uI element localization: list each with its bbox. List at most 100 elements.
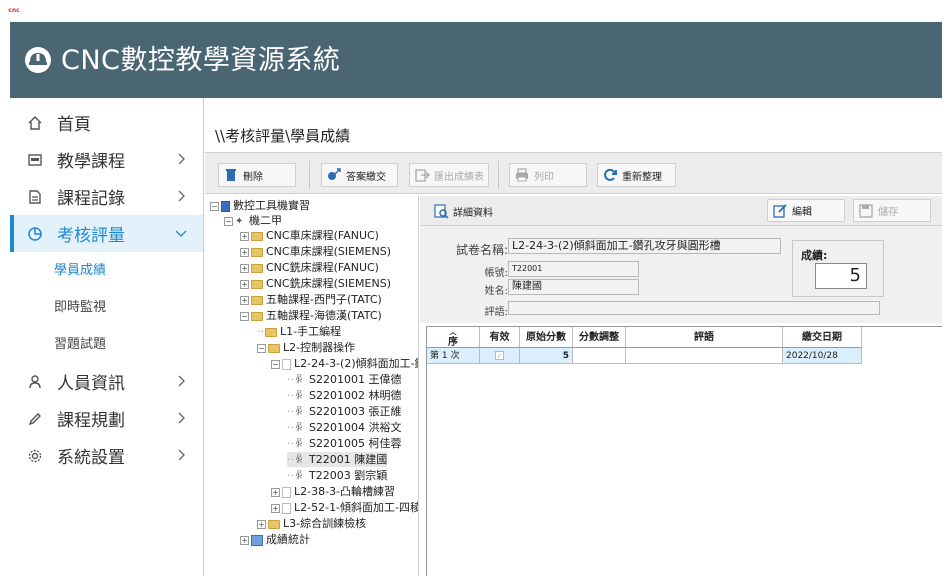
chevron-right-icon xyxy=(173,188,189,204)
tree-node-level[interactable]: + L3-綜合訓練檢核 xyxy=(257,516,366,531)
tree-node-student[interactable]: ··ꆜ S2201002 林明德 xyxy=(287,388,401,403)
sidebar-item-personnel[interactable]: 人員資訊 xyxy=(10,363,203,400)
home-icon xyxy=(27,115,43,131)
cell-comment[interactable] xyxy=(626,348,783,364)
checkbox-checked-icon[interactable]: ✓ xyxy=(495,351,504,360)
refresh-button[interactable]: 重新整理 xyxy=(597,163,676,187)
chevron-down-icon xyxy=(173,225,189,241)
print-button[interactable]: 列印 xyxy=(509,163,587,187)
tree-node-exam[interactable]: + L2-38-3-凸輪槽練習 xyxy=(271,484,395,499)
save-button[interactable]: 儲存 xyxy=(853,199,931,222)
sidebar-subitem-student-score[interactable]: 學員成績 xyxy=(10,252,203,289)
sidebar-item-system-settings[interactable]: 系統設置 xyxy=(10,437,203,474)
expand-toggle-icon[interactable]: + xyxy=(240,247,249,257)
tree-connector: ·· xyxy=(287,453,294,466)
submit-icon xyxy=(326,167,342,183)
sidebar-subitem-exercise-questions[interactable]: 習題試題 xyxy=(10,326,203,363)
delete-button[interactable]: 刪除 xyxy=(218,163,296,187)
answer-submit-button[interactable]: 答案繳交 xyxy=(321,163,398,187)
expand-toggle-icon[interactable]: + xyxy=(240,231,249,241)
cell-raw-score[interactable]: 5 xyxy=(520,348,573,364)
tree-node-student-selected[interactable]: ··ꆜ T22001 陳建國 xyxy=(287,452,388,467)
column-header-score-adjust[interactable]: 分數調整 xyxy=(573,327,626,348)
tree-node-course[interactable]: + CNC車床課程(FANUC) xyxy=(240,228,379,243)
tree-node-student[interactable]: ··ꆜ S2201003 張正維 xyxy=(287,404,401,419)
app-window: cnc CNC數控教學資源系統 首頁 教學課程 課程記錄 考核評量 學員成績 即… xyxy=(0,0,952,576)
column-header-raw-score[interactable]: 原始分數 xyxy=(520,327,573,348)
cell-valid[interactable]: ✓ xyxy=(480,348,520,364)
sidebar-item-assessment[interactable]: 考核評量 xyxy=(10,215,203,252)
expand-toggle-icon[interactable]: + xyxy=(271,487,280,497)
folder-icon xyxy=(268,343,280,353)
expand-toggle-icon[interactable]: + xyxy=(257,519,266,529)
folder-icon xyxy=(251,279,263,289)
detail-info-button[interactable]: 詳細資料 xyxy=(428,200,506,222)
collapse-toggle-icon[interactable]: − xyxy=(271,359,280,369)
toolbar-separator xyxy=(498,161,499,189)
collapse-toggle-icon[interactable]: − xyxy=(210,201,219,211)
column-header-valid[interactable]: 有效 xyxy=(480,327,520,348)
window-titlebar: cnc xyxy=(0,0,952,22)
tree-connector: ·· xyxy=(287,389,294,402)
app-mini-icon: cnc xyxy=(8,7,20,14)
tree-node-exam[interactable]: + L2-52-1-傾斜面加工-四稜 xyxy=(271,500,418,515)
exam-icon xyxy=(282,358,291,370)
tree-node-student[interactable]: ··ꆜ S2201001 王偉德 xyxy=(287,372,401,387)
tree-node-root[interactable]: − 數控工具機實習 xyxy=(210,198,310,213)
column-header-seq[interactable]: ︿ 序 xyxy=(427,327,480,348)
comment-field[interactable] xyxy=(508,301,880,315)
breadcrumb: \\考核評量\學員成績 xyxy=(215,127,351,145)
tree-node-level[interactable]: ·· L1-手工編程 xyxy=(257,324,341,339)
cnc-panel-icon xyxy=(27,152,43,168)
cell-score-adjust[interactable] xyxy=(573,348,626,364)
cell-submit-date[interactable]: 2022/10/28 xyxy=(783,348,862,364)
column-header-submit-date[interactable]: 繳交日期 xyxy=(783,327,862,348)
tree-node-course[interactable]: + CNC銑床課程(SIEMENS) xyxy=(240,276,391,291)
tree-node-student[interactable]: ··ꆜ S2201004 洪裕文 xyxy=(287,420,401,435)
tree-node-course[interactable]: + CNC車床課程(SIEMENS) xyxy=(240,244,391,259)
expand-toggle-icon[interactable]: + xyxy=(240,263,249,273)
sidebar-item-course-record[interactable]: 課程記錄 xyxy=(10,178,203,215)
tree-node-level[interactable]: − L2-控制器操作 xyxy=(257,340,355,355)
tree-node-course[interactable]: + 五軸課程-西門子(TATC) xyxy=(240,292,382,307)
cell-seq[interactable]: 第 1 次 xyxy=(427,348,480,364)
tree-node-student[interactable]: ··ꆜ T22003 劉宗穎 xyxy=(287,468,387,483)
tree-node-student[interactable]: ··ꆜ S2201005 柯佳蓉 xyxy=(287,436,401,451)
sidebar-item-teaching-course[interactable]: 教學課程 xyxy=(10,141,203,178)
tree-node-class[interactable]: − ✦ 機二甲 xyxy=(224,213,282,228)
sidebar-item-label: 首頁 xyxy=(57,115,91,135)
edit-button[interactable]: 編輯 xyxy=(767,199,845,222)
tree-node-exam[interactable]: − L2-24-3-(2)傾斜面加工-鑽 xyxy=(271,356,418,371)
tree-node-course[interactable]: − 五軸課程-海德漢(TATC) xyxy=(240,308,382,323)
exam-name-field[interactable]: L2-24-3-(2)傾斜面加工-鑽孔攻牙與圓形槽 xyxy=(508,238,781,254)
user-icon: ꆜ xyxy=(295,375,303,386)
name-field[interactable]: 陳建國 xyxy=(508,279,639,295)
pie-chart-icon xyxy=(27,226,43,242)
collapse-toggle-icon[interactable]: − xyxy=(224,216,233,226)
export-result-button[interactable]: 匯出成績表 xyxy=(409,163,489,187)
sidebar-item-course-plan[interactable]: 課程規劃 xyxy=(10,400,203,437)
exam-icon xyxy=(282,502,291,514)
course-tree[interactable]: − 數控工具機實習 − ✦ 機二甲 + CNC車床課程(FANUC) + CNC車床課程(… xyxy=(205,196,419,576)
toolbar-separator xyxy=(309,161,310,189)
tree-node-course[interactable]: + CNC銑床課程(FANUC) xyxy=(240,260,379,275)
expand-toggle-icon[interactable]: + xyxy=(240,535,249,545)
score-panel: 成績: 5 xyxy=(792,240,884,297)
score-history-grid[interactable]: ︿ 序 有效 原始分數 分數調整 評語 繳交日期 第 1 次 ✓ 5 2022/1… xyxy=(426,326,942,576)
detail-info-label: 詳細資料 xyxy=(453,207,493,219)
collapse-toggle-icon[interactable]: − xyxy=(240,311,249,321)
column-header-comment[interactable]: 評語 xyxy=(626,327,783,348)
expand-toggle-icon[interactable]: + xyxy=(271,503,280,513)
expand-toggle-icon[interactable]: + xyxy=(240,295,249,305)
collapse-toggle-icon[interactable]: − xyxy=(257,343,266,353)
sidebar-item-home[interactable]: 首頁 xyxy=(10,104,203,141)
tree-node-stats[interactable]: + 成績統計 xyxy=(240,532,310,547)
account-field[interactable]: T22001 xyxy=(508,261,639,277)
print-label: 列印 xyxy=(534,171,554,183)
save-icon xyxy=(858,203,874,219)
score-value[interactable]: 5 xyxy=(815,263,867,289)
chevron-right-icon xyxy=(173,447,189,463)
folder-icon xyxy=(251,295,263,305)
expand-toggle-icon[interactable]: + xyxy=(240,279,249,289)
sidebar-subitem-realtime-monitor[interactable]: 即時監視 xyxy=(10,289,203,326)
